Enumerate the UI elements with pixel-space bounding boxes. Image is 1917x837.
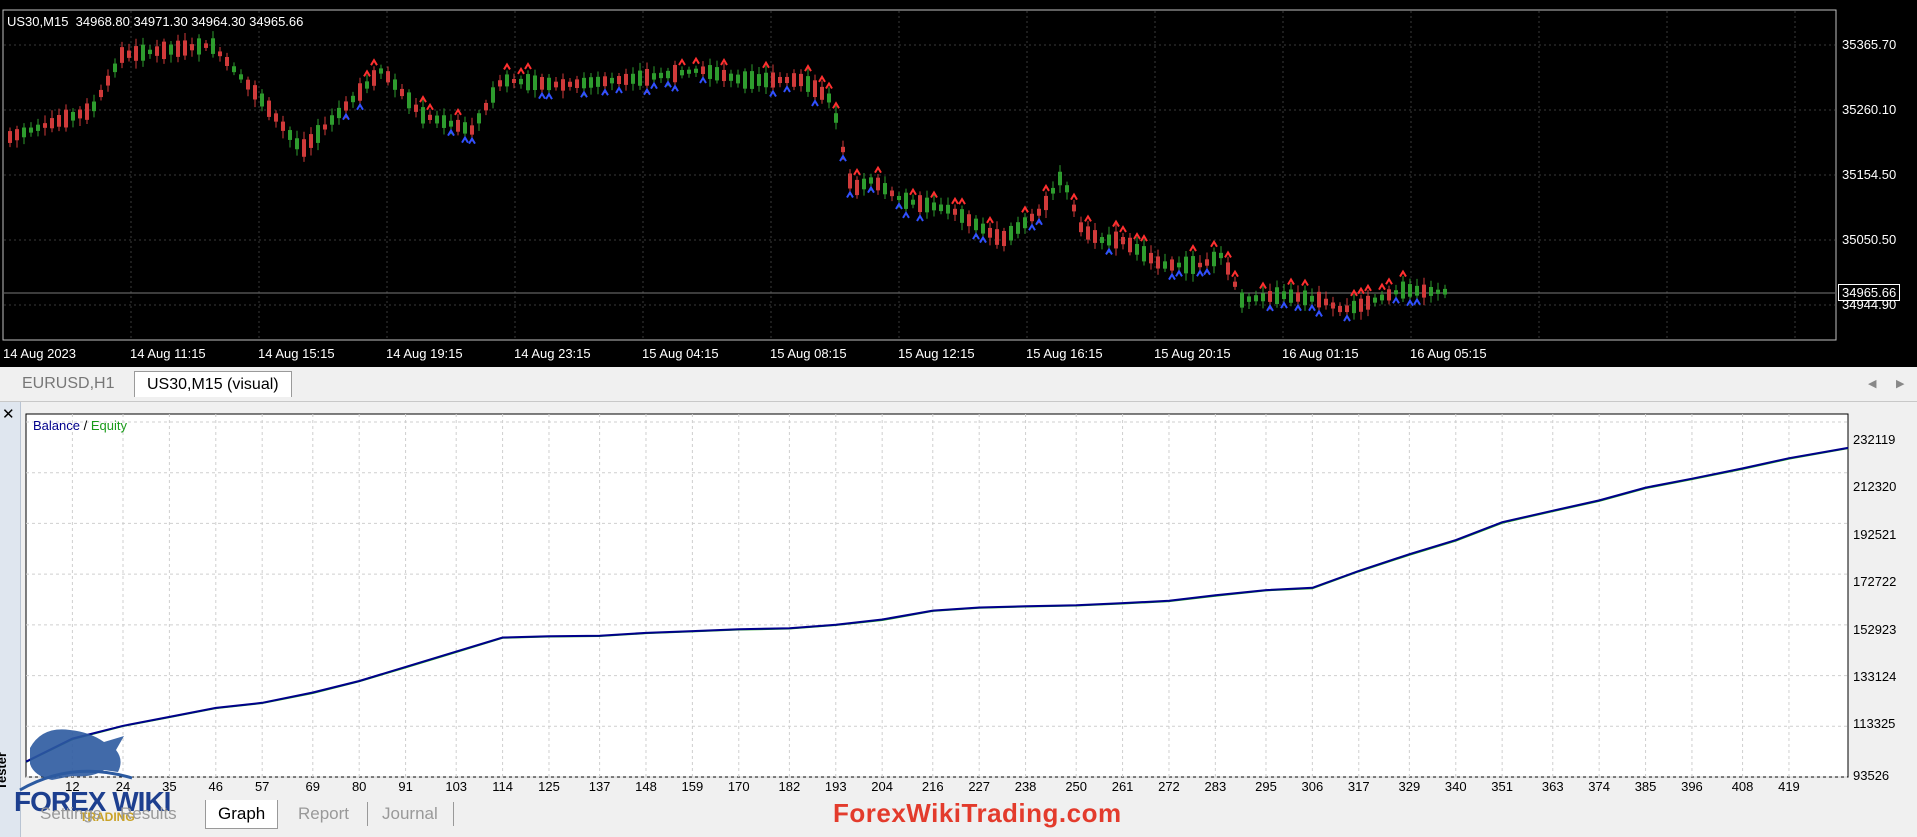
graph-x-tick: 351 <box>1491 779 1514 794</box>
graph-x-tick: 396 <box>1681 779 1703 794</box>
graph-x-tick: 91 <box>398 779 413 794</box>
graph-y-tick: 192521 <box>1853 527 1897 542</box>
graph-x-tick: 329 <box>1398 779 1421 794</box>
graph-x-tick: 363 <box>1541 779 1564 794</box>
tab-settings[interactable]: Settings <box>32 800 109 828</box>
graph-x-tick: 261 <box>1111 779 1134 794</box>
graph-plot-area <box>25 413 1849 778</box>
tab-divider <box>453 802 454 826</box>
graph-x-tick: 114 <box>492 779 513 794</box>
graph-x-tick: 170 <box>727 779 750 794</box>
graph-x-tick: 182 <box>778 779 801 794</box>
graph-y-tick: 133124 <box>1853 669 1897 684</box>
graph-x-tick: 193 <box>824 779 847 794</box>
graph-x-tick: 159 <box>681 779 704 794</box>
graph-x-tick: 57 <box>254 779 270 794</box>
graph-x-tick: 216 <box>921 779 944 794</box>
graph-x-tick: 295 <box>1255 779 1277 794</box>
graph-x-tick: 317 <box>1347 779 1370 794</box>
graph-x-tick: 69 <box>305 779 321 794</box>
graph-x-tick: 283 <box>1204 779 1227 794</box>
graph-y-tick: 93526 <box>1853 768 1890 783</box>
graph-x-tick: 80 <box>351 779 367 794</box>
tab-results[interactable]: Results <box>112 800 185 828</box>
legend-balance: Balance <box>33 418 80 433</box>
balance-equity-graph <box>25 413 1849 778</box>
graph-x-tick: 227 <box>968 779 991 794</box>
graph-x-tick: 238 <box>1014 779 1037 794</box>
watermark-site-text: ForexWikiTrading.com <box>833 798 1122 828</box>
graph-x-tick: 148 <box>635 779 657 794</box>
legend-separator: / <box>79 418 91 433</box>
graph-x-tick: 408 <box>1731 779 1754 794</box>
tab-report[interactable]: Report <box>290 800 357 828</box>
graph-y-tick: 113325 <box>1853 716 1896 731</box>
graph-x-tick: 272 <box>1158 779 1180 794</box>
graph-x-tick: 385 <box>1634 779 1657 794</box>
graph-x-tick: 46 <box>208 779 224 794</box>
legend-equity: Equity <box>90 418 127 433</box>
tab-journal[interactable]: Journal <box>374 800 446 828</box>
graph-legend: Balance / Equity <box>33 418 127 433</box>
graph-x-tick: 250 <box>1065 779 1088 794</box>
close-icon[interactable]: ✕ <box>2 405 15 423</box>
tab-divider <box>367 802 368 826</box>
graph-x-tick: 137 <box>588 779 611 794</box>
graph-x-tick: 306 <box>1301 779 1324 794</box>
graph-x-tick: 340 <box>1444 779 1467 794</box>
graph-y-tick: 232119 <box>1853 432 1896 447</box>
graph-x-tick: 419 <box>1778 779 1800 794</box>
graph-x-tick: 374 <box>1588 779 1611 794</box>
graph-y-tick: 152923 <box>1853 622 1897 637</box>
tester-title: Tester <box>0 751 9 790</box>
graph-x-tick: 125 <box>538 779 560 794</box>
graph-x-tick: 204 <box>871 779 894 794</box>
tab-graph[interactable]: Graph <box>205 800 279 829</box>
graph-y-tick: 172722 <box>1853 574 1897 589</box>
graph-y-tick: 212320 <box>1853 479 1897 494</box>
graph-x-tick: 103 <box>445 779 468 794</box>
